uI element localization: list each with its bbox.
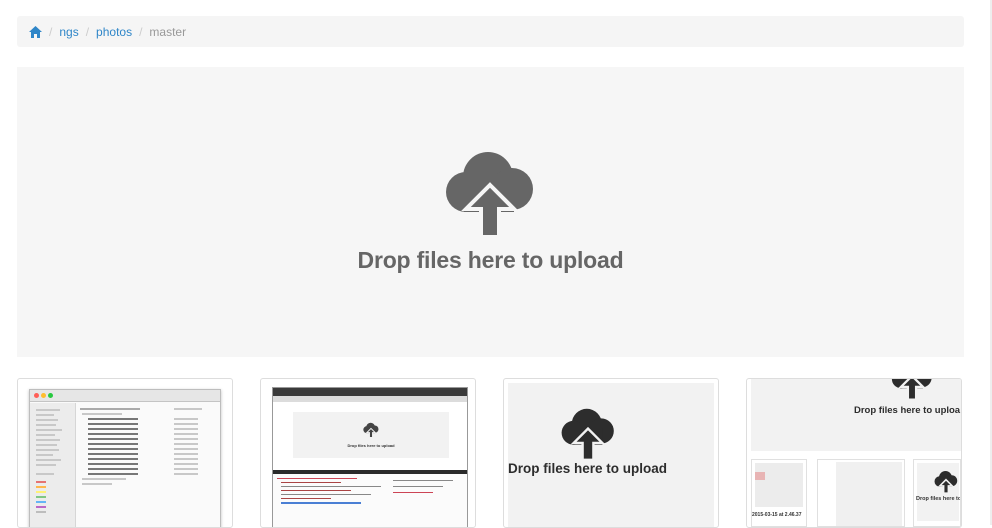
home-icon[interactable] [29,25,42,38]
cloud-upload-icon [446,152,533,239]
cloud-upload-icon [561,408,614,461]
upload-dropzone[interactable]: Drop files here to upload [17,67,964,357]
gallery-thumb-c: Drop files here to [913,459,961,527]
window-zoom-dot [48,393,53,398]
gallery-thumb-caption: 2015-03-15 at 2.46.37 [752,512,802,518]
window-minimize-dot [41,393,46,398]
breadcrumb: / ngs / photos / master [17,16,964,47]
photo-thumbnail-dropzone[interactable]: Drop files here to upload [503,378,719,528]
breadcrumb-separator: / [49,24,53,39]
cloud-upload-icon [891,379,932,401]
photo-thumbnail-gallery[interactable]: Drop files here to uploa 2015-03-15 at 2… [746,378,962,528]
breadcrumb-separator: / [139,24,143,39]
finder-file-list [80,406,216,526]
gallery-dropzone-text: Drop files here to uploa [854,405,961,416]
photo-thumbnail-finder[interactable] [17,378,233,528]
finder-window-preview [29,389,221,527]
cloud-upload-icon [934,471,958,494]
breadcrumb-separator: / [85,24,90,39]
cloud-upload-icon [363,422,379,438]
breadcrumb-current: master [149,24,187,39]
dropzone-screenshot-text: Drop files here to upload [508,461,668,476]
window-close-dot [34,393,39,398]
devtools-panel [273,474,467,527]
gallery-dropzone-preview: Drop files here to uploa [751,379,961,451]
dropzone-screenshot-preview: Drop files here to upload [508,383,714,527]
gallery-thumb-a: 2015-03-15 at 2.46.37 [751,459,807,527]
gallery-thumb-text: Drop files here to [916,496,960,502]
finder-sidebar [30,403,76,527]
dropzone-message: Drop files here to upload [357,247,624,273]
breadcrumb-link-ngs[interactable]: ngs [59,25,78,39]
photo-thumbnail-browser[interactable]: Drop files here to upload [260,378,476,528]
finder-titlebar [30,390,220,402]
gallery-thumb-b [817,459,905,527]
browser-window-preview: Drop files here to upload [272,387,468,527]
browser-tabbar [273,388,467,396]
browser-toolbar [273,396,467,402]
browser-dropzone-preview: Drop files here to upload [293,412,449,458]
breadcrumb-link-photos[interactable]: photos [96,25,132,39]
browser-dropzone-text: Drop files here to upload [347,443,395,448]
